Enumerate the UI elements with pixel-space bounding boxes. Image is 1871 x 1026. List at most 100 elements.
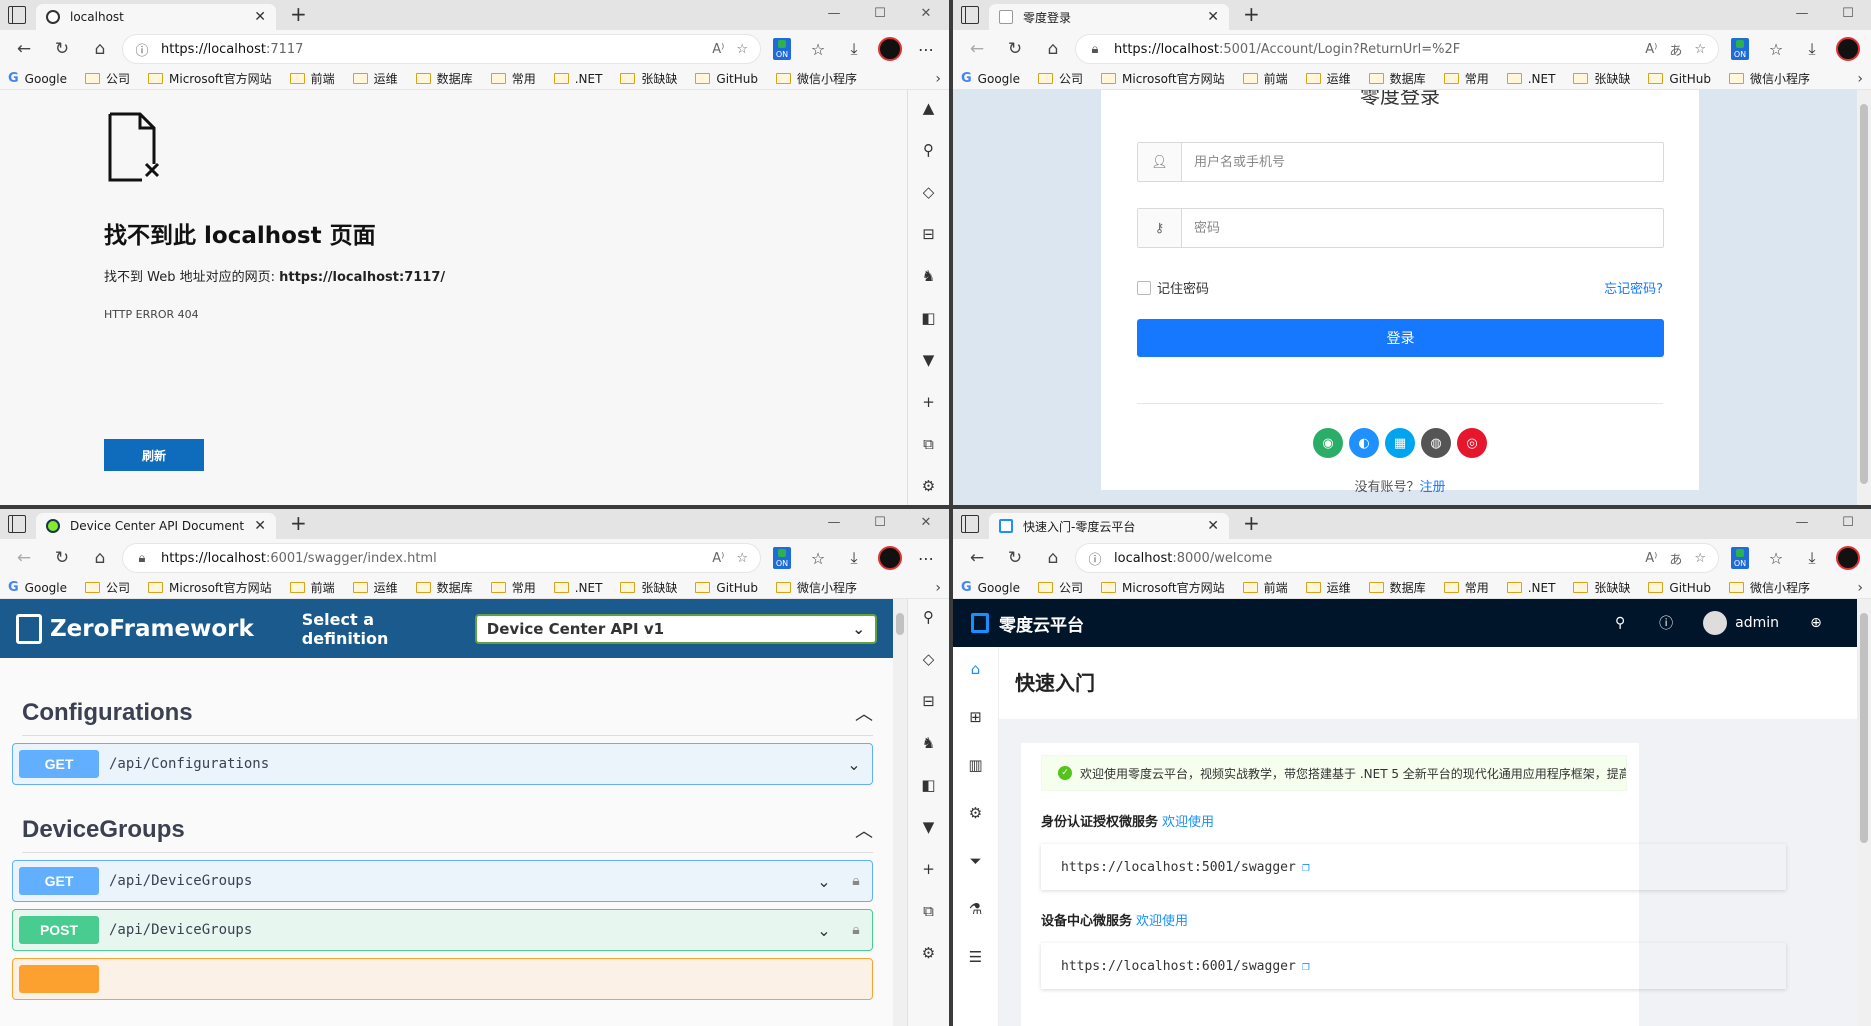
close-tab-icon[interactable]: ✕ [254, 518, 266, 534]
home-icon[interactable]: ⌂ [84, 34, 116, 64]
office-icon[interactable]: ◧ [921, 306, 935, 330]
bookmark-item[interactable]: 公司 [1038, 70, 1083, 87]
tools-icon[interactable]: ⊟ [922, 689, 935, 713]
lock-icon[interactable]: 🔒︎ [846, 873, 866, 889]
more-icon[interactable]: ⋯ [911, 34, 941, 64]
add-favorite-icon[interactable]: ☆ [1694, 42, 1706, 57]
split-screen-icon[interactable]: ⧉ [923, 899, 934, 923]
tab-actions-icon[interactable] [8, 6, 26, 24]
expand-icon[interactable]: ▼ [923, 348, 935, 372]
operation-next[interactable] [12, 958, 873, 1000]
page-scrollbar[interactable] [1857, 90, 1871, 505]
tab-localhost[interactable]: localhost ✕ [36, 4, 276, 30]
close-tab-icon[interactable]: ✕ [254, 9, 266, 25]
github-icon[interactable]: ◍ [1421, 428, 1451, 458]
read-aloud-icon[interactable]: A⁾ [712, 42, 724, 57]
bookmark-item[interactable]: Microsoft官方网站 [148, 70, 272, 87]
minimize-icon[interactable]: — [811, 509, 857, 535]
shopping-tag-icon[interactable]: ◇ [923, 647, 935, 671]
read-aloud-icon[interactable]: A⁾ [712, 551, 724, 566]
office-icon[interactable]: ◧ [921, 773, 935, 797]
extension-on-icon[interactable]: ON [767, 34, 797, 64]
chart-icon[interactable]: ▥ [968, 753, 982, 777]
bookmark-item[interactable]: GitHub [1648, 72, 1711, 86]
refresh-icon[interactable]: ↻ [999, 34, 1031, 64]
settings-gear-icon[interactable]: ⚙ [922, 474, 935, 498]
bookmark-item[interactable]: G Google [961, 580, 1020, 595]
chevron-down-icon[interactable]: ⌄ [812, 921, 836, 940]
settings-gear-icon[interactable]: ⚙ [969, 801, 982, 825]
address-bar[interactable]: ⓘ https://localhost:7117 A⁾ ☆ [122, 34, 761, 64]
lock-icon[interactable]: 🔒︎ [846, 922, 866, 938]
extension-on-icon[interactable]: ON [1725, 34, 1755, 64]
bookmarks-overflow-icon[interactable]: › [1857, 580, 1863, 596]
close-tab-icon[interactable]: ✕ [1207, 9, 1219, 25]
shopping-tag-icon[interactable]: ◇ [923, 180, 935, 204]
bookmark-item[interactable]: 运维 [352, 70, 398, 87]
minimize-icon[interactable]: — [811, 0, 857, 26]
bookmark-item[interactable]: .NET [1506, 72, 1555, 86]
profile-avatar[interactable] [1833, 543, 1863, 573]
remember-checkbox[interactable] [1137, 280, 1151, 295]
remember-password[interactable]: 记住密码 [1137, 278, 1209, 297]
login-button[interactable]: 登录 [1137, 319, 1664, 357]
tools-icon[interactable]: ⊟ [922, 222, 935, 246]
back-icon[interactable]: ← [961, 34, 993, 64]
bookmarks-overflow-icon[interactable]: › [1857, 71, 1863, 87]
bookmark-item[interactable]: 张缺缺 [1573, 70, 1630, 87]
home-icon[interactable]: ⌂ [1037, 34, 1069, 64]
username-input[interactable] [1182, 143, 1663, 181]
bookmark-item[interactable]: 张缺缺 [620, 579, 677, 596]
bookmark-item[interactable]: 微信小程序 [1729, 579, 1810, 596]
collapse-icon[interactable]: ▲ [923, 96, 935, 120]
tab-actions-icon[interactable] [8, 515, 26, 533]
username-field[interactable]: 👤︎ [1137, 142, 1664, 182]
games-icon[interactable]: ♞ [922, 264, 935, 288]
register-link[interactable]: 注册 [1420, 480, 1446, 495]
favorites-icon[interactable]: ☆ [1761, 543, 1791, 573]
search-icon[interactable]: ⚲ [1597, 615, 1643, 631]
user-menu[interactable]: admin [1703, 611, 1779, 635]
bookmark-item[interactable]: .NET [1506, 581, 1555, 595]
bookmark-item[interactable]: 常用 [490, 579, 536, 596]
new-tab-icon[interactable]: + [1243, 511, 1260, 535]
translate-icon[interactable]: あ [1669, 549, 1682, 568]
refresh-icon[interactable]: ↻ [999, 543, 1031, 573]
tab-actions-icon[interactable] [961, 515, 979, 533]
downloads-icon[interactable]: ⤓ [839, 543, 869, 573]
organization-icon[interactable]: ⊞ [969, 705, 982, 729]
read-aloud-icon[interactable]: A⁾ [1645, 551, 1657, 566]
close-window-icon[interactable]: ✕ [903, 509, 949, 535]
address-bar[interactable]: ⓘ localhost:8000/welcome A⁾ あ ☆ [1075, 543, 1719, 573]
qq-icon[interactable]: ◐ [1349, 428, 1379, 458]
back-icon[interactable]: ← [8, 34, 40, 64]
bookmark-item[interactable]: 前端 [289, 70, 335, 87]
profile-avatar[interactable] [875, 543, 905, 573]
app-logo[interactable]: 零度云平台 [971, 611, 1084, 636]
info-icon[interactable]: ⓘ [135, 40, 149, 59]
expand-icon[interactable]: ▼ [923, 815, 935, 839]
bookmark-item[interactable]: 数据库 [1368, 579, 1426, 596]
bookmark-item[interactable]: Microsoft官方网站 [1101, 579, 1225, 596]
bookmark-item[interactable]: G Google [8, 580, 67, 595]
profile-avatar[interactable] [875, 34, 905, 64]
profile-avatar[interactable] [1833, 34, 1863, 64]
bookmark-item[interactable]: Microsoft官方网站 [148, 579, 272, 596]
bookmark-item[interactable]: .NET [553, 581, 602, 595]
section-configurations[interactable]: Configurations ︿ [22, 690, 873, 736]
read-aloud-icon[interactable]: A⁾ [1645, 42, 1657, 57]
settings-gear-icon[interactable]: ⚙ [922, 941, 935, 965]
search-icon[interactable]: ⚲ [923, 605, 934, 629]
bookmark-item[interactable]: 微信小程序 [776, 579, 857, 596]
chevron-up-icon[interactable]: ︿ [855, 817, 873, 843]
tab-welcome[interactable]: 快速入门-零度云平台 ✕ [989, 513, 1229, 539]
tab-swagger[interactable]: Device Center API Document ✕ [36, 513, 276, 539]
bookmark-item[interactable]: 张缺缺 [620, 70, 677, 87]
maximize-icon[interactable]: ☐ [1825, 509, 1871, 535]
address-bar[interactable]: 🔒︎ https://localhost:5001/Account/Login?… [1075, 34, 1719, 64]
bookmark-item[interactable]: 微信小程序 [1729, 70, 1810, 87]
swagger-logo[interactable]: ZeroFramework [16, 613, 254, 644]
bookmark-item[interactable]: 运维 [1305, 70, 1351, 87]
operation-post-devicegroups[interactable]: POST /api/DeviceGroups ⌄ 🔒︎ [12, 909, 873, 951]
chevron-up-icon[interactable]: ︿ [855, 700, 873, 726]
